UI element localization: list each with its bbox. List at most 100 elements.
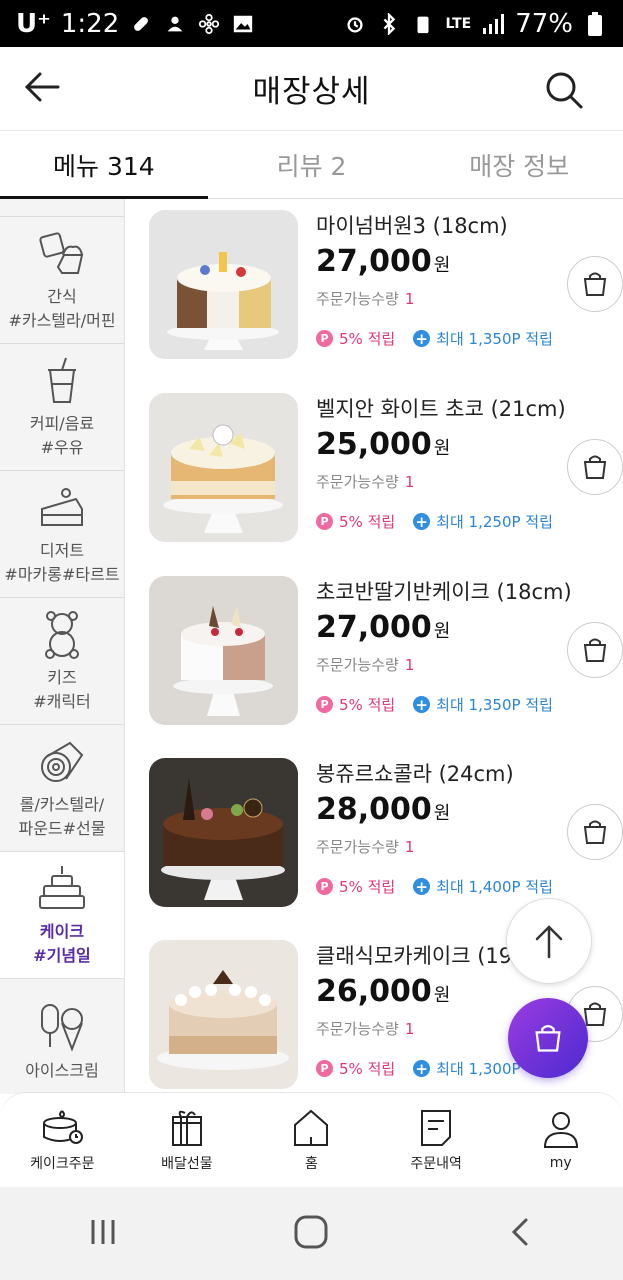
home-button-icon[interactable] (291, 1212, 331, 1256)
page-title: 매장상세 (252, 74, 371, 110)
nav-delivery-gift[interactable]: 배달선물 (125, 1093, 250, 1187)
product-item[interactable]: 벨지안 화이트 초코 (21cm) 25,000 원 주문가능수량 1 P 5% 적립… (149, 393, 623, 543)
home-icon (294, 1109, 329, 1146)
product-name: 초코반딸기반케이크 (18cm) (316, 580, 572, 604)
currency-unit: 원 (433, 621, 451, 642)
price-value: 28,000 (316, 792, 432, 827)
category-label: 아이스크림 (25, 1061, 99, 1080)
add-to-cart-button[interactable] (567, 439, 623, 495)
tab-reviews[interactable]: 리뷰 2 (208, 131, 416, 198)
category-label: 커피/음료 (29, 414, 95, 433)
drink-icon (48, 357, 76, 403)
plus-badge-icon: + (413, 1060, 431, 1078)
point-badge-icon: P (316, 696, 333, 713)
category-item-roll[interactable]: 롤/카스텔라/ 파운드#선물 (0, 725, 124, 852)
product-image (149, 758, 298, 907)
product-price: 27,000 원 (316, 244, 450, 279)
shopping-bag-icon (583, 820, 607, 844)
currency-unit: 원 (433, 438, 451, 459)
status-bar: U⁺ 1:22 LTE 77% (0, 0, 623, 47)
order-quantity: 주문가능수량 1 (316, 1018, 414, 1039)
category-item-icecream[interactable]: 아이스크림 (0, 979, 124, 1094)
tab-menu[interactable]: 메뉴 314 (0, 131, 208, 199)
shopping-bag-icon (583, 638, 607, 662)
nav-label: 케이크주문 (30, 1156, 95, 1172)
nav-label: 주문내역 (410, 1156, 462, 1172)
battery-percent: 77% (515, 8, 573, 39)
cake-icon (39, 866, 85, 909)
product-item[interactable]: 초코반딸기반케이크 (18cm) 27,000 원 주문가능수량 1 P 5% 적립 … (149, 576, 623, 726)
category-tag: #우유 (40, 438, 84, 457)
shopping-bag-icon (583, 272, 607, 296)
point-rate: 5% 적립 (339, 330, 396, 348)
category-item-cake[interactable]: 케이크 #기념일 (0, 852, 124, 979)
plus-badge-icon: + (413, 878, 431, 896)
category-sidebar[interactable]: 간식 #카스텔라/머핀 커피/음료 #우유 디저트 #마카롱#타르트 키즈 #캐… (0, 199, 125, 1094)
ice-cream-icon (41, 1004, 83, 1052)
cart-button[interactable] (508, 998, 588, 1078)
pill-icon (129, 12, 153, 36)
qty-label: 주문가능수량 (316, 1020, 399, 1038)
qty-value: 1 (404, 656, 415, 674)
back-arrow-icon[interactable] (22, 65, 66, 109)
point-badge-icon: P (316, 878, 333, 895)
max-point: 최대 1,400P 적립 (436, 878, 553, 896)
signal-icon (481, 12, 505, 36)
plus-badge-icon: + (413, 330, 431, 348)
add-to-cart-button[interactable] (567, 622, 623, 678)
order-quantity: 주문가능수량 1 (316, 836, 414, 857)
nav-cake-order[interactable]: 케이크주문 (0, 1093, 125, 1187)
tab-store-info[interactable]: 매장 정보 (415, 131, 623, 198)
gift-icon (171, 1110, 202, 1146)
product-name: 봉쥬르쇼콜라 (24cm) (316, 762, 514, 786)
order-quantity: 주문가능수량 1 (316, 654, 414, 675)
qty-value: 1 (404, 838, 415, 856)
category-tag: #기념일 (33, 946, 91, 965)
back-button-icon[interactable] (502, 1214, 538, 1254)
category-tag: #캐릭터 (33, 692, 91, 711)
product-name: 마이넘버원3 (18cm) (316, 214, 508, 238)
cake-order-icon (43, 1110, 84, 1144)
qty-value: 1 (404, 1020, 415, 1038)
qty-label: 주문가능수량 (316, 838, 399, 856)
recent-apps-icon[interactable] (85, 1214, 121, 1254)
product-name: 클래식모카케이크 (19 (316, 944, 513, 968)
system-navigation-bar (0, 1187, 623, 1280)
nav-my[interactable]: my (498, 1093, 623, 1187)
product-item[interactable]: 마이넘버원3 (18cm) 27,000 원 주문가능수량 1 P 5% 적립 + 최대… (149, 210, 623, 360)
flower-icon (197, 12, 221, 36)
point-rate: 5% 적립 (339, 1060, 396, 1078)
point-info: P 5% 적립 + 최대 1,350P 적립 (316, 694, 553, 715)
price-value: 26,000 (316, 974, 432, 1009)
nav-order-history[interactable]: 주문내역 (374, 1093, 499, 1187)
arrow-up-icon (535, 925, 563, 959)
qty-value: 1 (404, 473, 415, 491)
shopping-bag-icon (535, 1024, 561, 1052)
category-item-dessert[interactable]: 디저트 #마카롱#타르트 (0, 471, 124, 598)
point-rate: 5% 적립 (339, 878, 396, 896)
snack-icon (39, 232, 84, 274)
add-to-cart-button[interactable] (567, 804, 623, 860)
category-tag: #카스텔라/머핀 (8, 311, 116, 330)
max-point: 최대 1,350P 적립 (436, 330, 553, 348)
category-item-partial[interactable] (0, 199, 124, 217)
product-item[interactable]: 봉쥬르쇼콜라 (24cm) 28,000 원 주문가능수량 1 P 5% 적립 + 최대… (149, 758, 623, 908)
qty-label: 주문가능수량 (316, 290, 399, 308)
bluetooth-icon (377, 12, 401, 36)
add-to-cart-button[interactable] (567, 256, 623, 312)
category-item-drink[interactable]: 커피/음료 #우유 (0, 344, 124, 471)
category-label: 간식 (47, 287, 77, 306)
scroll-to-top-button[interactable] (506, 898, 592, 984)
cake-slice-icon (41, 488, 83, 526)
category-item-snack[interactable]: 간식 #카스텔라/머핀 (0, 217, 124, 344)
category-label: 케이크 (39, 922, 85, 941)
category-item-kids[interactable]: 키즈 #캐릭터 (0, 598, 124, 725)
product-image (149, 393, 298, 542)
nav-label: 배달선물 (161, 1156, 213, 1172)
point-badge-icon: P (316, 513, 333, 530)
search-icon[interactable] (543, 69, 585, 111)
point-info: P 5% 적립 + 최대 1,350P 적립 (316, 328, 553, 349)
nav-home[interactable]: 홈 (249, 1093, 374, 1187)
product-price: 25,000 원 (316, 427, 450, 462)
notification-icon (163, 12, 187, 36)
